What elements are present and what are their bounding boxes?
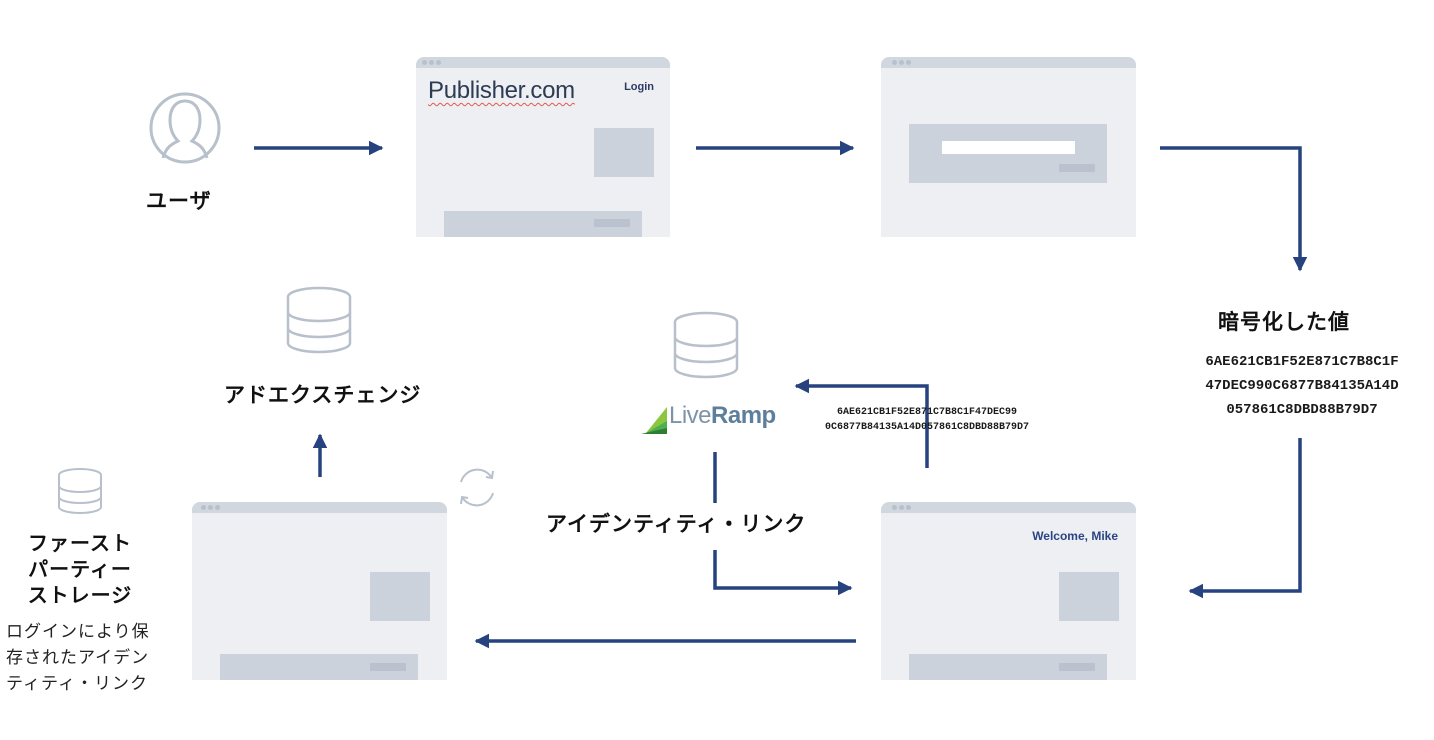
refresh-sync-icon xyxy=(460,468,494,507)
window-dot-icon xyxy=(436,60,441,65)
browser-title-bar xyxy=(881,57,1136,68)
database-icon xyxy=(286,286,352,354)
welcome-greeting: Welcome, Mike xyxy=(1032,529,1118,543)
liveramp-wordmark-live: Live xyxy=(669,402,712,429)
first-party-storage-label: ファースト パーティー ストレージ xyxy=(20,530,140,608)
storage-label-line: ファースト xyxy=(28,531,132,555)
ad-placeholder xyxy=(370,572,430,621)
publisher-browser-window: Publisher.com Login xyxy=(416,57,670,237)
database-icon xyxy=(673,311,739,379)
encrypted-line: 057861C8DBD88B79D7 xyxy=(1226,402,1378,418)
liveramp-wordmark: LiveRamp xyxy=(669,402,776,430)
publisher-site-title: Publisher.com xyxy=(428,77,575,104)
description-line: ログインにより保 xyxy=(6,622,150,642)
login-link[interactable]: Login xyxy=(624,81,654,93)
liveramp-hash-text: 6AE621CB1F52E871C7B8C1F47DEC99 0C6877B841… xyxy=(792,405,1062,435)
encrypted-line: 6AE621CB1F52E871C7B8C1F xyxy=(1205,354,1399,370)
browser-title-bar xyxy=(881,502,1136,513)
arrow-identity-link-to-welcome xyxy=(713,550,853,596)
window-dot-icon xyxy=(892,60,897,65)
window-dot-icon xyxy=(429,60,434,65)
browser-title-bar xyxy=(192,502,447,513)
window-dot-icon xyxy=(906,505,911,510)
window-dot-icon xyxy=(215,505,220,510)
window-dot-icon xyxy=(899,60,904,65)
hash-line: 6AE621CB1F52E871C7B8C1F47DEC99 xyxy=(836,407,1018,418)
arrow-encrypted-to-welcome xyxy=(1188,438,1302,599)
liveramp-wordmark-ramp: Ramp xyxy=(711,402,776,429)
welcome-browser-window: Welcome, Mike xyxy=(881,502,1136,680)
database-icon xyxy=(58,468,102,514)
identity-link-label: アイデンティティ・リンク xyxy=(546,512,807,536)
ad-placeholder xyxy=(1059,572,1119,621)
window-dot-icon xyxy=(892,505,897,510)
footer-button-placeholder xyxy=(594,219,630,227)
window-dot-icon xyxy=(899,505,904,510)
footer-button-placeholder xyxy=(370,663,406,671)
window-dot-icon xyxy=(208,505,213,510)
liveramp-logo: LiveRamp xyxy=(641,402,781,438)
ad-exchange-label: アドエクスチェンジ xyxy=(224,383,422,407)
login-form-browser-window xyxy=(881,57,1136,237)
login-input-field[interactable] xyxy=(942,141,1075,154)
encrypted-line: 47DEC990C6877B84135A14D xyxy=(1205,378,1399,394)
footer-button-placeholder xyxy=(1059,663,1095,671)
hash-line: 0C6877B84135A14D057861C8DBD88B79D7 xyxy=(824,422,1030,433)
first-party-storage-description: ログインにより保 存されたアイデン ティティ・リンク xyxy=(6,619,150,697)
window-dot-icon xyxy=(906,60,911,65)
encrypted-value-title: 暗号化した値 xyxy=(1218,310,1350,334)
description-line: 存されたアイデン xyxy=(6,648,150,668)
storage-label-line: ストレージ xyxy=(27,583,133,607)
description-line: ティティ・リンク xyxy=(6,674,148,694)
window-dot-icon xyxy=(422,60,427,65)
first-party-browser-window xyxy=(192,502,447,680)
storage-label-line: パーティー xyxy=(28,557,132,581)
login-submit-button[interactable] xyxy=(1059,164,1095,172)
window-dot-icon xyxy=(201,505,206,510)
ad-placeholder xyxy=(594,128,654,177)
user-avatar-icon xyxy=(149,92,221,164)
user-label: ユーザ xyxy=(146,189,212,213)
encrypted-value-text: 6AE621CB1F52E871C7B8C1F 47DEC990C6877B841… xyxy=(1172,350,1432,422)
browser-title-bar xyxy=(416,57,670,68)
arrow-login-to-encrypted xyxy=(1160,146,1308,272)
